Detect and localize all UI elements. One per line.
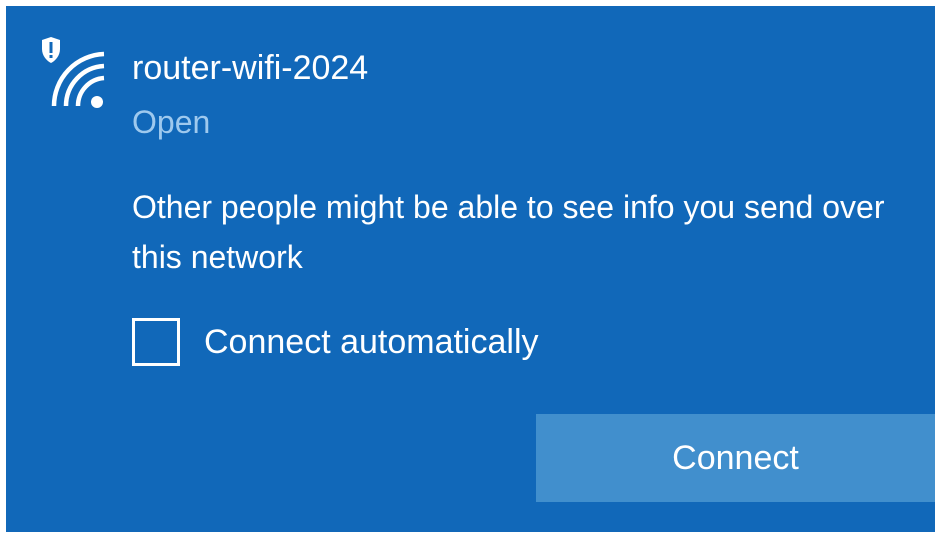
network-status: Open xyxy=(132,104,211,140)
connect-automatically-option[interactable]: Connect automatically xyxy=(132,312,539,372)
wifi-shield-warning-icon xyxy=(34,36,106,112)
connect-automatically-checkbox[interactable] xyxy=(132,318,180,366)
network-name: router-wifi-2024 xyxy=(132,49,369,87)
wifi-network-panel: router-wifi-2024 Open Other people might… xyxy=(6,6,935,532)
connect-automatically-label[interactable]: Connect automatically xyxy=(204,322,539,362)
security-warning-text: Other people might be able to see info y… xyxy=(132,189,885,275)
connect-button[interactable]: Connect xyxy=(536,414,935,502)
